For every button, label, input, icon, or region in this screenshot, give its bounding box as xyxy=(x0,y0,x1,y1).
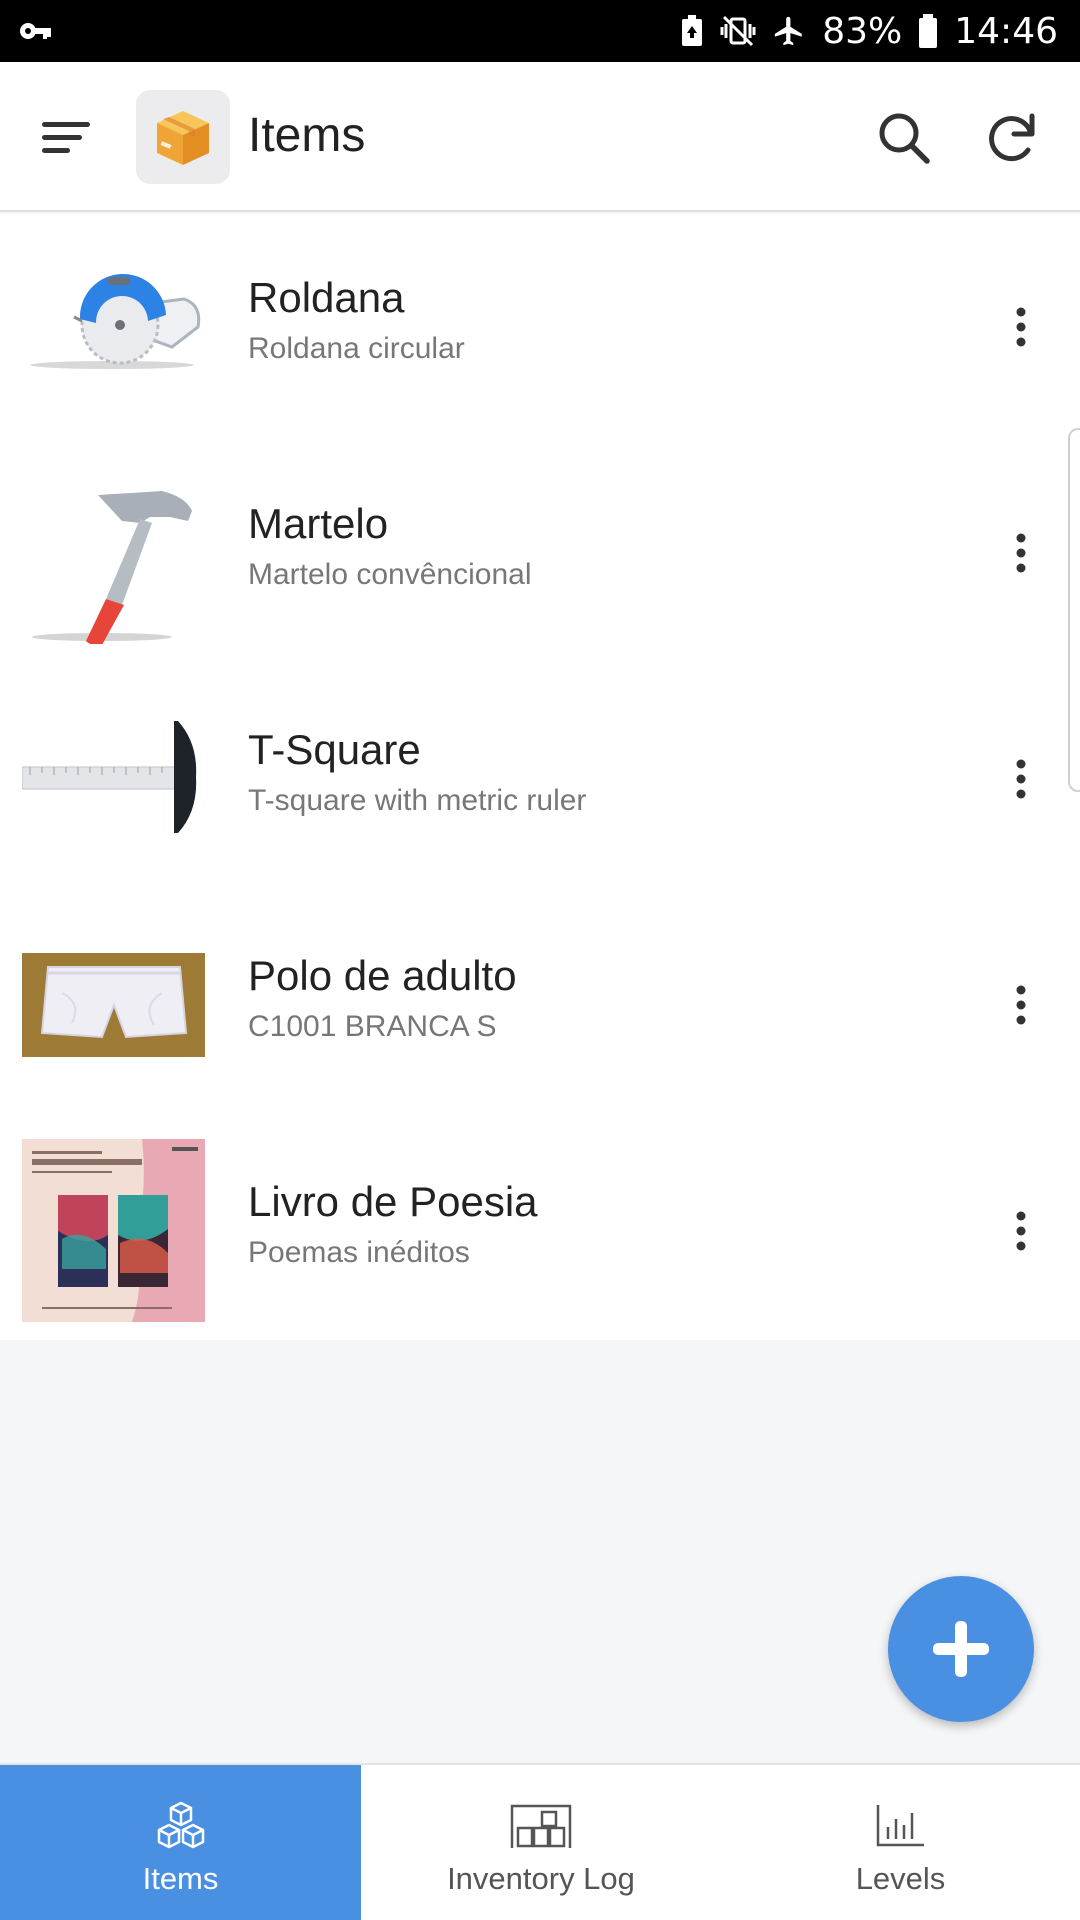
item-name: Martelo xyxy=(248,500,389,547)
warehouse-icon xyxy=(510,1804,572,1848)
item-description: T-square with metric ruler xyxy=(248,784,587,817)
page-title: Items xyxy=(248,109,366,162)
item-name: Polo de adulto xyxy=(248,952,517,999)
more-options-button[interactable] xyxy=(995,1196,1047,1266)
t-square-image xyxy=(22,687,205,870)
box-logo-icon xyxy=(157,111,209,165)
list-item[interactable]: Roldana Roldana circular xyxy=(0,214,1080,440)
clock: 14:46 xyxy=(954,10,1058,52)
more-vertical-icon xyxy=(1016,985,1026,1025)
item-name: Roldana xyxy=(248,274,405,321)
tab-levels-label: Levels xyxy=(855,1861,946,1896)
search-button[interactable] xyxy=(866,100,942,176)
list-item[interactable]: Livro de Poesia Poemas inéditos xyxy=(0,1118,1080,1344)
tab-items[interactable]: Items xyxy=(0,1765,361,1920)
list-item[interactable]: Polo de adulto C1001 BRANCA S xyxy=(0,892,1080,1118)
item-name: Livro de Poesia xyxy=(248,1178,538,1225)
tab-levels[interactable]: Levels xyxy=(721,1765,1080,1920)
search-icon xyxy=(879,113,930,164)
cubes-icon xyxy=(157,1801,204,1849)
more-vertical-icon xyxy=(1016,533,1026,573)
tab-inventory-log-label: Inventory Log xyxy=(447,1861,635,1896)
battery-icon xyxy=(918,14,938,48)
item-description: Poemas inéditos xyxy=(248,1236,470,1269)
bar-chart-icon xyxy=(876,1805,924,1847)
item-name: T-Square xyxy=(248,726,421,773)
more-vertical-icon xyxy=(1016,1211,1026,1251)
hammer-image xyxy=(22,461,205,644)
menu-icon xyxy=(42,122,90,153)
bottom-navigation: Items Inventory Log Levels xyxy=(0,1763,1080,1920)
more-vertical-icon xyxy=(1016,759,1026,799)
key-icon xyxy=(18,20,52,42)
vibrate-icon xyxy=(720,15,756,47)
tab-items-label: Items xyxy=(142,1861,219,1896)
tab-inventory-log[interactable]: Inventory Log xyxy=(361,1765,721,1920)
item-description: C1001 BRANCA S xyxy=(248,1010,497,1043)
more-options-button[interactable] xyxy=(995,970,1047,1040)
refresh-button[interactable] xyxy=(974,100,1050,176)
list-item[interactable]: T-Square T-square with metric ruler xyxy=(0,666,1080,892)
refresh-icon xyxy=(989,113,1035,162)
menu-button[interactable] xyxy=(30,102,102,174)
more-options-button[interactable] xyxy=(995,518,1047,588)
scroll-indicator[interactable] xyxy=(1068,428,1080,792)
item-description: Martelo convêncional xyxy=(248,558,532,591)
more-options-button[interactable] xyxy=(995,292,1047,362)
list-item[interactable]: Martelo Martelo convêncional xyxy=(0,440,1080,666)
item-list: Roldana Roldana circular Martelo Martelo… xyxy=(0,214,1080,1340)
airplane-icon xyxy=(772,14,806,48)
status-bar: 83% 14:46 xyxy=(0,0,1080,62)
battery-saver-icon xyxy=(680,15,704,47)
item-description: Roldana circular xyxy=(248,332,465,365)
add-item-button[interactable] xyxy=(888,1576,1034,1722)
more-vertical-icon xyxy=(1016,307,1026,347)
white-shorts-photo xyxy=(22,913,205,1096)
more-options-button[interactable] xyxy=(995,744,1047,814)
app-bar: Items xyxy=(0,62,1080,212)
app-logo xyxy=(136,90,230,184)
battery-percent: 83% xyxy=(822,10,903,52)
circular-saw-image xyxy=(22,235,205,418)
book-cover-image xyxy=(22,1139,205,1322)
plus-icon xyxy=(933,1621,989,1677)
